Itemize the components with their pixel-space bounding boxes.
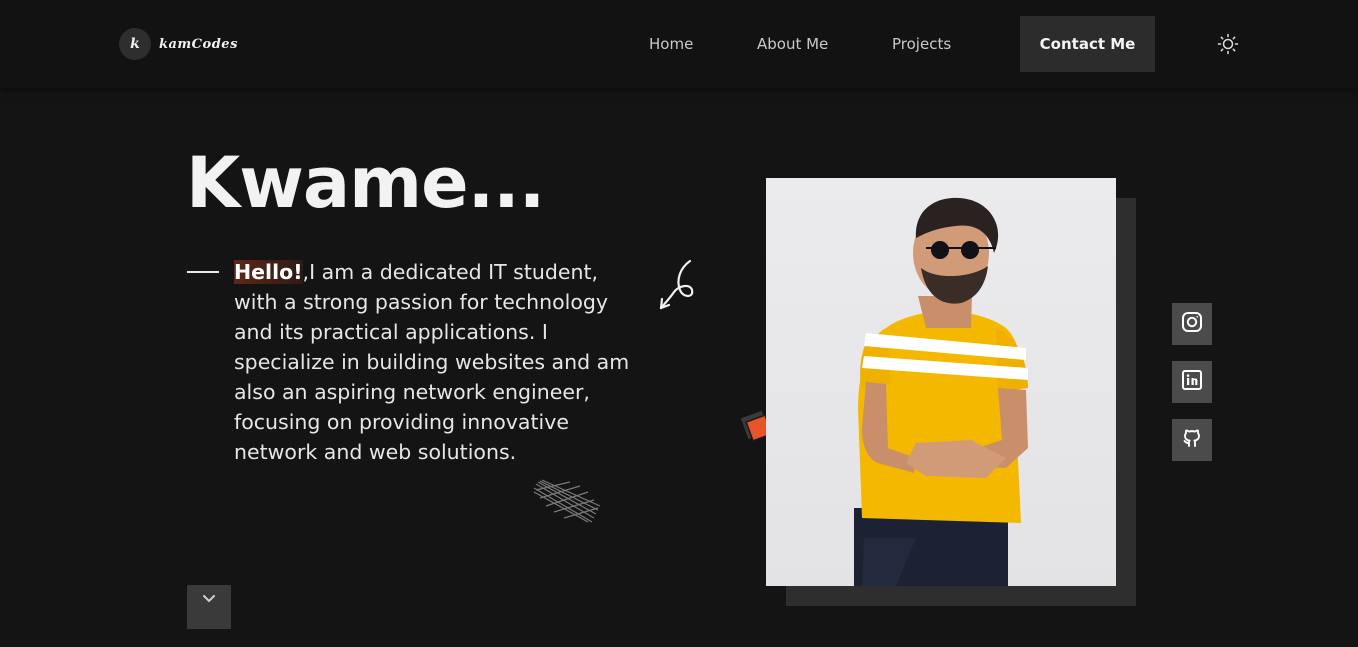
logo-badge: k — [119, 28, 151, 60]
curly-arrow-icon — [656, 258, 700, 314]
instagram-link[interactable] — [1172, 303, 1212, 345]
nav-about-link[interactable]: About Me — [757, 35, 828, 53]
nav-projects-link[interactable]: Projects — [892, 35, 951, 53]
chevron-down-icon — [203, 588, 215, 607]
contact-button[interactable]: Contact Me — [1020, 16, 1155, 72]
profile-photo — [766, 178, 1116, 586]
sun-icon[interactable] — [1217, 33, 1239, 55]
github-link[interactable] — [1172, 419, 1212, 461]
scribble-decoration — [530, 478, 602, 524]
nav-home-link[interactable]: Home — [649, 35, 693, 53]
scroll-down-button[interactable] — [187, 585, 231, 629]
intro-text: ,I am a dedicated IT student, with a str… — [234, 260, 630, 464]
hero-title: Kwame... — [186, 142, 545, 224]
site-header: k kamCodes Home About Me Projects Contac… — [0, 0, 1358, 88]
linkedin-icon — [1182, 370, 1202, 394]
decorative-dash — [187, 271, 219, 273]
github-icon — [1181, 427, 1203, 453]
logo-text: kamCodes — [159, 36, 238, 52]
instagram-icon — [1181, 311, 1203, 337]
logo[interactable]: k kamCodes — [119, 28, 238, 60]
hello-highlight: Hello! — [234, 260, 303, 284]
linkedin-link[interactable] — [1172, 361, 1212, 403]
intro-paragraph: Hello!,I am a dedicated IT student, with… — [234, 257, 644, 467]
